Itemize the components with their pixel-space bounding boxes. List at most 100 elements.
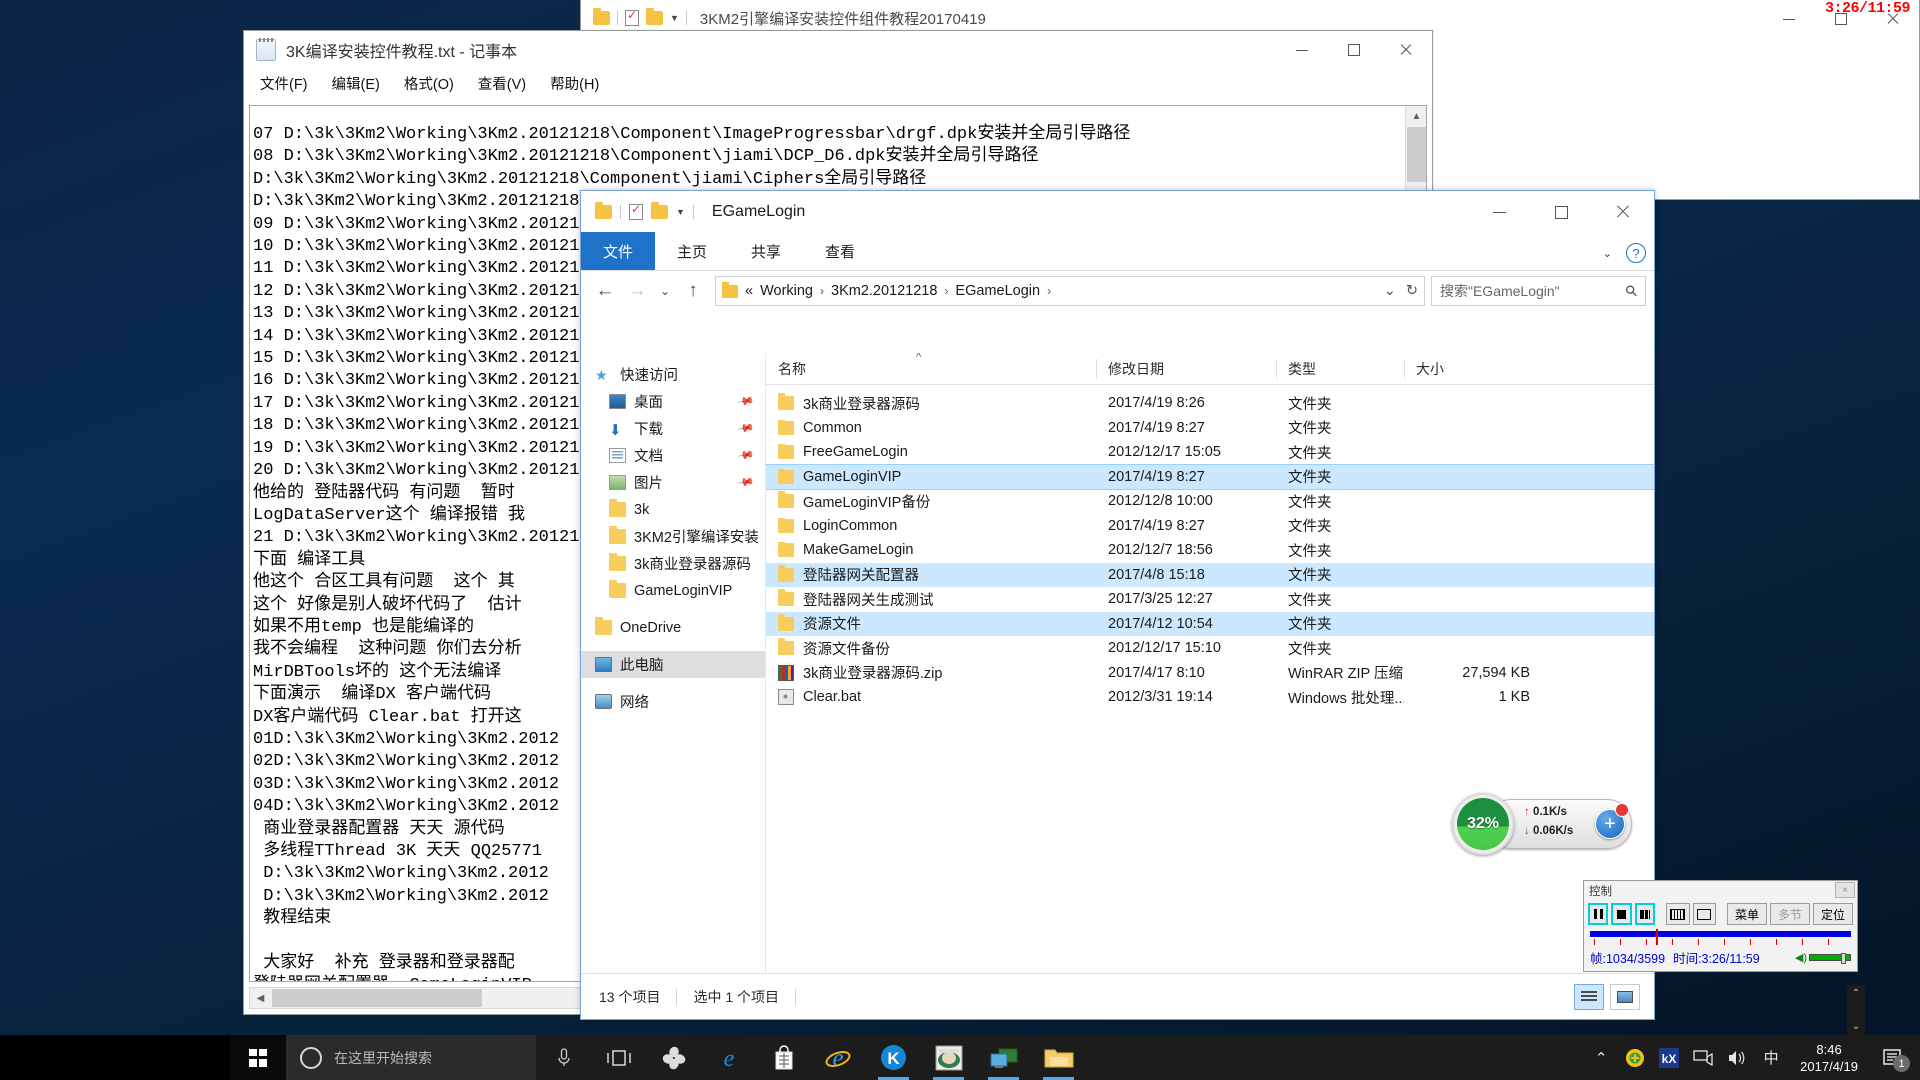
close-icon[interactable]: ×: [1835, 882, 1855, 898]
table-row[interactable]: LoginCommon 2017/4/19 8:27 文件夹: [766, 514, 1654, 539]
file-name-cell[interactable]: 登陆器网关配置器: [766, 564, 1096, 585]
sidebar-item-documents[interactable]: 文档 📌: [581, 442, 765, 469]
sidebar-item-3k-source[interactable]: 3k商业登录器源码: [581, 550, 765, 577]
new-folder-icon[interactable]: [646, 8, 663, 25]
help-icon[interactable]: ?: [1626, 243, 1646, 263]
sidebar-item-gameloginvip[interactable]: GameLoginVIP: [581, 577, 765, 604]
photo-app-icon[interactable]: [921, 1035, 976, 1080]
table-row[interactable]: GameLoginVIP备份 2012/12/8 10:00 文件夹: [766, 489, 1654, 514]
back-button[interactable]: ←: [589, 275, 621, 307]
table-row[interactable]: 3k商业登录器源码 2017/4/19 8:26 文件夹: [766, 391, 1654, 416]
scrollbar-thumb[interactable]: [272, 989, 482, 1007]
table-row[interactable]: FreeGameLogin 2012/12/17 15:05 文件夹: [766, 440, 1654, 465]
details-view-button[interactable]: [1574, 983, 1604, 1010]
table-row[interactable]: 登陆器网关配置器 2017/4/8 15:18 文件夹: [766, 562, 1654, 587]
microphone-icon[interactable]: [536, 1035, 591, 1080]
volume-control[interactable]: ◀): [1795, 951, 1851, 964]
minimize-button[interactable]: [1468, 191, 1530, 233]
action-center-button[interactable]: 1: [1870, 1035, 1916, 1080]
forward-button[interactable]: →: [621, 275, 653, 307]
chevron-right-icon[interactable]: ›: [944, 284, 948, 298]
maximize-button[interactable]: [1530, 191, 1592, 233]
sidebar-item-onedrive[interactable]: OneDrive: [581, 614, 765, 641]
table-row[interactable]: Common 2017/4/19 8:27 文件夹: [766, 416, 1654, 441]
sidebar-item-downloads[interactable]: ⬇ 下载 📌: [581, 415, 765, 442]
file-name-cell[interactable]: 资源文件: [766, 613, 1096, 634]
network-speed-widget[interactable]: ↑ 0.1K/s ↓ 0.06K/s + 32%: [1452, 793, 1632, 855]
menu-format[interactable]: 格式(O): [401, 71, 457, 96]
file-name-cell[interactable]: 资源文件备份: [766, 638, 1096, 659]
remote-desktop-icon[interactable]: [976, 1035, 1031, 1080]
file-name-cell[interactable]: 3k商业登录器源码: [766, 393, 1096, 414]
refresh-icon[interactable]: ↻: [1406, 283, 1418, 299]
minimize-button[interactable]: [1763, 0, 1815, 38]
table-row[interactable]: 登陆器网关生成测试 2017/3/25 12:27 文件夹: [766, 587, 1654, 612]
menu-button[interactable]: 菜单: [1727, 903, 1768, 925]
sidebar-item-desktop[interactable]: 桌面 📌: [581, 388, 765, 415]
menu-file[interactable]: 文件(F): [257, 71, 311, 96]
menu-edit[interactable]: 编辑(E): [329, 71, 383, 96]
table-row[interactable]: Clear.bat 2012/3/31 19:14 Windows 批处理...…: [766, 685, 1654, 710]
navigation-pane[interactable]: ★ 快速访问 桌面 📌 ⬇ 下载 📌 文档 📌 图片 📌 3k 3KM2引擎编译…: [581, 353, 766, 973]
maximize-button[interactable]: [1328, 31, 1380, 69]
scroll-down-icon[interactable]: ⌄: [1852, 1021, 1860, 1032]
clock[interactable]: 8:46 2017/4/19: [1788, 1035, 1870, 1080]
cpu-usage-gauge[interactable]: 32%: [1452, 793, 1514, 855]
recorder-timeline[interactable]: [1590, 929, 1851, 947]
fullscreen-button[interactable]: [1692, 903, 1717, 925]
ime-chinese-icon[interactable]: 中: [1754, 1035, 1788, 1080]
file-name-cell[interactable]: Clear.bat: [766, 689, 1096, 706]
column-header-name[interactable]: 名称 ^: [766, 353, 1096, 385]
step-forward-button[interactable]: [1634, 903, 1656, 925]
start-button[interactable]: [230, 1035, 286, 1080]
search-icon[interactable]: ⚲: [1621, 281, 1642, 301]
tab-view[interactable]: 查看: [803, 232, 877, 270]
kingsoft-icon[interactable]: K: [866, 1035, 921, 1080]
new-folder-icon[interactable]: [651, 202, 668, 219]
search-input[interactable]: 在这里开始搜索: [286, 1035, 536, 1080]
pause-button[interactable]: [1588, 903, 1609, 925]
tiles-view-button[interactable]: [1610, 983, 1640, 1010]
file-name-cell[interactable]: FreeGameLogin: [766, 444, 1096, 460]
stop-button[interactable]: [1611, 903, 1632, 925]
breadcrumb[interactable]: « Working › 3Km2.20121218 › EGameLogin ›…: [715, 276, 1425, 306]
breadcrumb-item-3km2[interactable]: 3Km2.20121218: [831, 283, 937, 299]
taskbar-overflow-scroll[interactable]: ⌃ ⌄: [1847, 985, 1865, 1035]
table-row[interactable]: 资源文件备份 2012/12/17 15:10 文件夹: [766, 636, 1654, 661]
column-header-type[interactable]: 类型: [1276, 353, 1404, 385]
file-name-cell[interactable]: GameLoginVIP备份: [766, 491, 1096, 512]
task-view-icon[interactable]: [591, 1035, 646, 1080]
properties-icon[interactable]: [625, 8, 639, 26]
chevron-down-icon[interactable]: ▼: [670, 13, 679, 23]
file-name-cell[interactable]: GameLoginVIP: [766, 468, 1096, 485]
menu-view[interactable]: 查看(V): [475, 71, 529, 96]
breadcrumb-item-egamelogin[interactable]: EGameLogin: [955, 283, 1040, 299]
breadcrumb-overflow[interactable]: «: [745, 283, 753, 299]
timeline-bar[interactable]: [1590, 931, 1851, 937]
sidebar-item-this-pc[interactable]: 此电脑: [581, 651, 765, 678]
file-name-cell[interactable]: 3k商业登录器源码.zip: [766, 662, 1096, 683]
search-input[interactable]: 搜索"EGameLogin" ⚲: [1431, 276, 1646, 306]
network-icon[interactable]: [1686, 1035, 1720, 1080]
internet-explorer-icon[interactable]: e: [811, 1035, 866, 1080]
sidebar-item-pictures[interactable]: 图片 📌: [581, 469, 765, 496]
scroll-up-icon[interactable]: ▲: [1406, 106, 1426, 126]
tab-file[interactable]: 文件: [581, 232, 656, 270]
file-list-pane[interactable]: 名称 ^ 修改日期 类型 大小 3k商业登录器源码 2017/4/19 8:26…: [766, 353, 1654, 973]
breadcrumb-item-working[interactable]: Working: [760, 283, 813, 299]
sidebar-item-3k[interactable]: 3k: [581, 496, 765, 523]
tab-share[interactable]: 共享: [729, 232, 803, 270]
file-name-cell[interactable]: Common: [766, 419, 1096, 436]
chevron-right-icon[interactable]: ›: [1047, 284, 1051, 298]
sidebar-item-quick-access[interactable]: ★ 快速访问: [581, 361, 765, 388]
up-button[interactable]: ↑: [677, 275, 709, 307]
volume-knob[interactable]: [1841, 953, 1846, 964]
chevron-right-icon[interactable]: ›: [820, 284, 824, 298]
chevron-down-icon[interactable]: ▼: [676, 207, 685, 217]
recent-locations-icon[interactable]: ⌄: [653, 275, 677, 307]
scroll-left-icon[interactable]: ◀: [250, 993, 271, 1004]
table-row[interactable]: 资源文件 2017/4/12 10:54 文件夹: [766, 611, 1654, 636]
address-dropdown-icon[interactable]: ⌄: [1384, 283, 1396, 299]
sidebar-item-3km2-tutorial[interactable]: 3KM2引擎编译安装: [581, 523, 765, 550]
cortana-icon[interactable]: [300, 1046, 322, 1069]
